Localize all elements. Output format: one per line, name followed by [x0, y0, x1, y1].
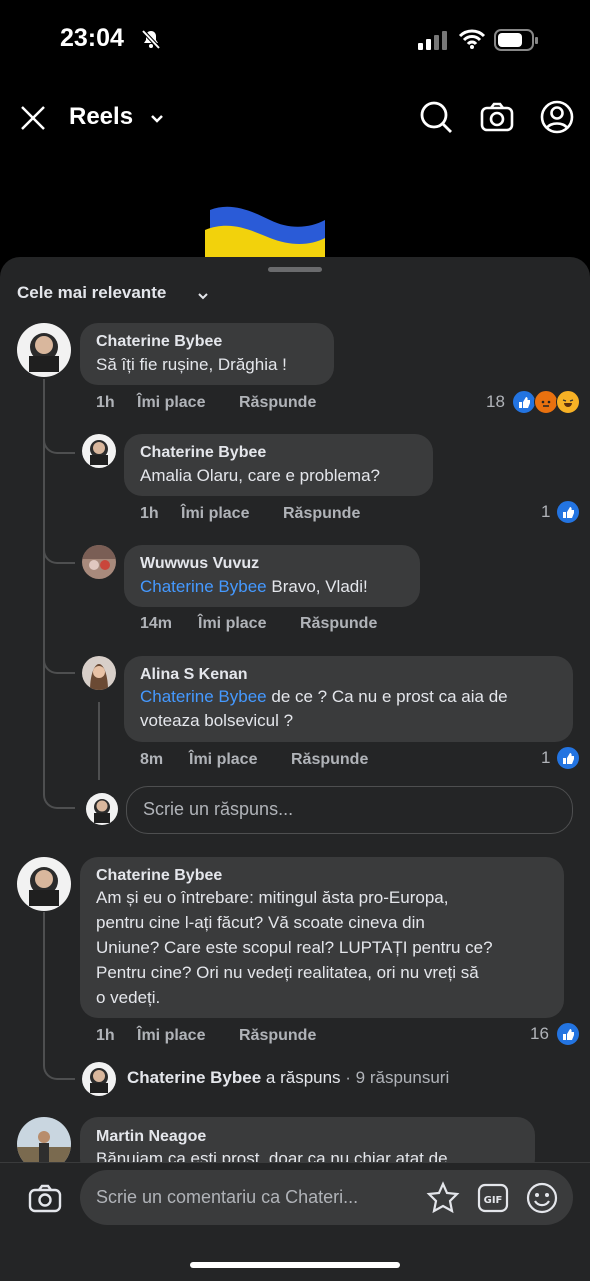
- chevron-down-icon[interactable]: [197, 288, 209, 306]
- avatar[interactable]: [17, 323, 71, 377]
- reply-button[interactable]: Răspunde: [300, 615, 377, 633]
- comment-text: voteaza bolsevicul ?: [140, 711, 294, 730]
- avatar[interactable]: [82, 434, 116, 468]
- like-button[interactable]: Îmi place: [137, 1027, 205, 1045]
- comment-author[interactable]: Chaterine Bybee: [140, 444, 266, 462]
- comment-text: Am și eu o întrebare: mitingul ăsta pro-…: [96, 888, 449, 907]
- reaction-count[interactable]: 1: [541, 502, 550, 522]
- camera-icon[interactable]: [480, 101, 514, 138]
- reply-input-placeholder[interactable]: Scrie un răspuns...: [143, 799, 293, 820]
- close-icon[interactable]: [20, 105, 46, 136]
- avatar: [86, 793, 118, 825]
- bell-mute-icon: [140, 28, 162, 55]
- reply-author[interactable]: Chaterine Bybee: [127, 1068, 261, 1087]
- comment-body: de ce ? Ca nu e prost ca aia de: [266, 687, 508, 706]
- battery-icon: [494, 28, 540, 57]
- comment-body: Bravo, Vladi!: [266, 577, 368, 596]
- comment-author[interactable]: Martin Neagoe: [96, 1128, 206, 1146]
- wifi-icon: [458, 28, 486, 55]
- comment-time: 1h: [96, 394, 115, 411]
- page-title[interactable]: Reels: [69, 103, 133, 131]
- comment-time: 8m: [140, 751, 164, 768]
- comment-author[interactable]: Chaterine Bybee: [96, 333, 222, 351]
- reply-button[interactable]: Răspunde: [291, 751, 368, 769]
- thread-connector: [43, 1046, 75, 1080]
- thread-line: [98, 702, 100, 780]
- search-icon[interactable]: [419, 100, 453, 139]
- home-indicator: [190, 1262, 400, 1268]
- comment-input-placeholder[interactable]: Scrie un comentariu ca Chateri...: [96, 1187, 358, 1208]
- comment-text: Amalia Olaru, care e problema?: [140, 466, 381, 485]
- avatar[interactable]: [82, 656, 116, 690]
- emoji-icon[interactable]: [526, 1182, 558, 1219]
- reaction-count[interactable]: 16: [530, 1024, 549, 1044]
- like-reaction-icon: [556, 1022, 580, 1046]
- thread-line: [43, 912, 45, 1052]
- reply-button[interactable]: Răspunde: [283, 505, 360, 523]
- replied-text: a răspuns: [261, 1068, 341, 1087]
- camera-icon[interactable]: [28, 1184, 62, 1219]
- comment-text: Chaterine Bybee Bravo, Vladi!: [140, 574, 368, 600]
- comment-author[interactable]: Alina S Kenan: [140, 666, 248, 684]
- comment-text: pentru cine l-ați făcut? Vă scoate cinev…: [96, 913, 425, 932]
- reaction-count[interactable]: 1: [541, 748, 550, 768]
- gif-label: GIF: [484, 1195, 503, 1206]
- thread-connector: [43, 640, 75, 674]
- angry-reaction-icon: [534, 390, 558, 414]
- gif-icon[interactable]: GIF: [477, 1183, 509, 1218]
- reply-button[interactable]: Răspunde: [239, 1027, 316, 1045]
- like-reaction-icon: [512, 390, 536, 414]
- comment-time: 14m: [140, 615, 173, 632]
- avatar[interactable]: [17, 857, 71, 911]
- avatar[interactable]: [82, 545, 116, 579]
- haha-reaction-icon: [556, 390, 580, 414]
- status-time: 23:04: [60, 24, 124, 52]
- comment-text: Uniune? Care este scopul real? LUPTAȚI p…: [96, 938, 493, 957]
- like-button[interactable]: Îmi place: [181, 505, 249, 523]
- profile-icon[interactable]: [540, 100, 574, 139]
- drag-handle[interactable]: [268, 267, 322, 272]
- reaction-count[interactable]: 18: [486, 392, 505, 412]
- like-button[interactable]: Îmi place: [198, 615, 266, 633]
- thread-connector: [43, 530, 75, 564]
- comment-text: Să îți fie rușine, Drăghia !: [96, 355, 287, 374]
- like-reaction-icon: [556, 500, 580, 524]
- mention-link[interactable]: Chaterine Bybee: [140, 577, 267, 596]
- comment-text: Pentru cine? Ori nu vedeți realitatea, o…: [96, 963, 479, 982]
- thread-connector: [43, 775, 75, 809]
- comment-time: 1h: [96, 1027, 115, 1044]
- replies-count[interactable]: · 9 răspunsuri: [341, 1068, 449, 1087]
- video-background-image: [200, 200, 330, 265]
- chevron-down-icon[interactable]: [150, 111, 164, 129]
- view-replies-link[interactable]: Chaterine Bybee a răspuns · 9 răspunsuri: [127, 1068, 449, 1088]
- like-button[interactable]: Îmi place: [189, 751, 257, 769]
- comment-time: 1h: [140, 505, 159, 522]
- mention-link[interactable]: Chaterine Bybee: [140, 687, 267, 706]
- comment-text: Chaterine Bybee de ce ? Ca nu e prost ca…: [140, 684, 508, 710]
- sort-dropdown[interactable]: Cele mai relevante: [17, 283, 166, 303]
- signal-icon: [418, 30, 450, 55]
- like-reaction-icon: [556, 746, 580, 770]
- comment-text: o vedeți.: [96, 988, 161, 1007]
- avatar-sticker-icon[interactable]: [426, 1181, 460, 1220]
- thread-connector: [43, 420, 75, 454]
- like-button[interactable]: Îmi place: [137, 394, 205, 412]
- reply-button[interactable]: Răspunde: [239, 394, 316, 412]
- avatar[interactable]: [82, 1062, 116, 1096]
- comment-author[interactable]: Wuwwus Vuvuz: [140, 555, 259, 573]
- comment-author[interactable]: Chaterine Bybee: [96, 867, 222, 885]
